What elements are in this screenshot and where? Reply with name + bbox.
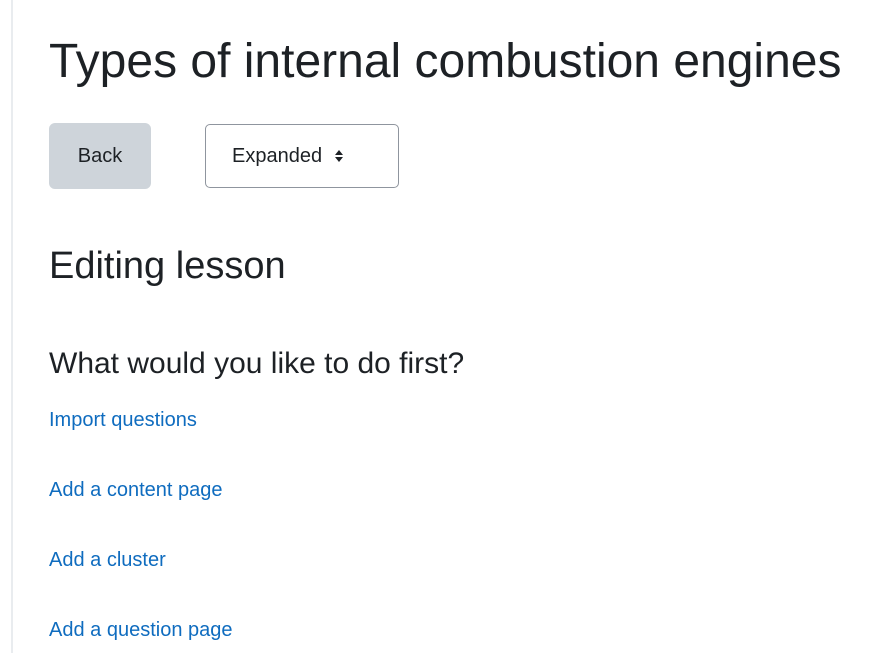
add-question-page-link[interactable]: Add a question page xyxy=(49,619,233,641)
add-content-page-link[interactable]: Add a content page xyxy=(49,479,222,501)
add-cluster-link[interactable]: Add a cluster xyxy=(49,549,166,571)
list-item: Add a cluster xyxy=(49,540,233,610)
view-mode-select[interactable]: Expanded xyxy=(205,124,399,188)
select-updown-svg xyxy=(335,150,344,162)
list-item: Add a question page xyxy=(49,610,233,653)
select-updown-icon xyxy=(334,149,344,163)
view-mode-selected-value: Expanded xyxy=(232,144,323,167)
action-links-list: Import questions Add a content page Add … xyxy=(49,400,233,653)
list-item: Add a content page xyxy=(49,470,233,540)
import-questions-link[interactable]: Import questions xyxy=(49,409,197,431)
section-heading: Editing lesson xyxy=(49,245,286,287)
lesson-toolbar: Back Expanded xyxy=(49,123,399,189)
back-button[interactable]: Back xyxy=(49,123,151,189)
prompt-heading: What would you like to do first? xyxy=(49,347,465,380)
page: Types of internal combustion engines Bac… xyxy=(0,0,891,653)
page-title: Types of internal combustion engines xyxy=(49,35,842,88)
list-item: Import questions xyxy=(49,400,233,470)
left-divider xyxy=(11,0,13,653)
